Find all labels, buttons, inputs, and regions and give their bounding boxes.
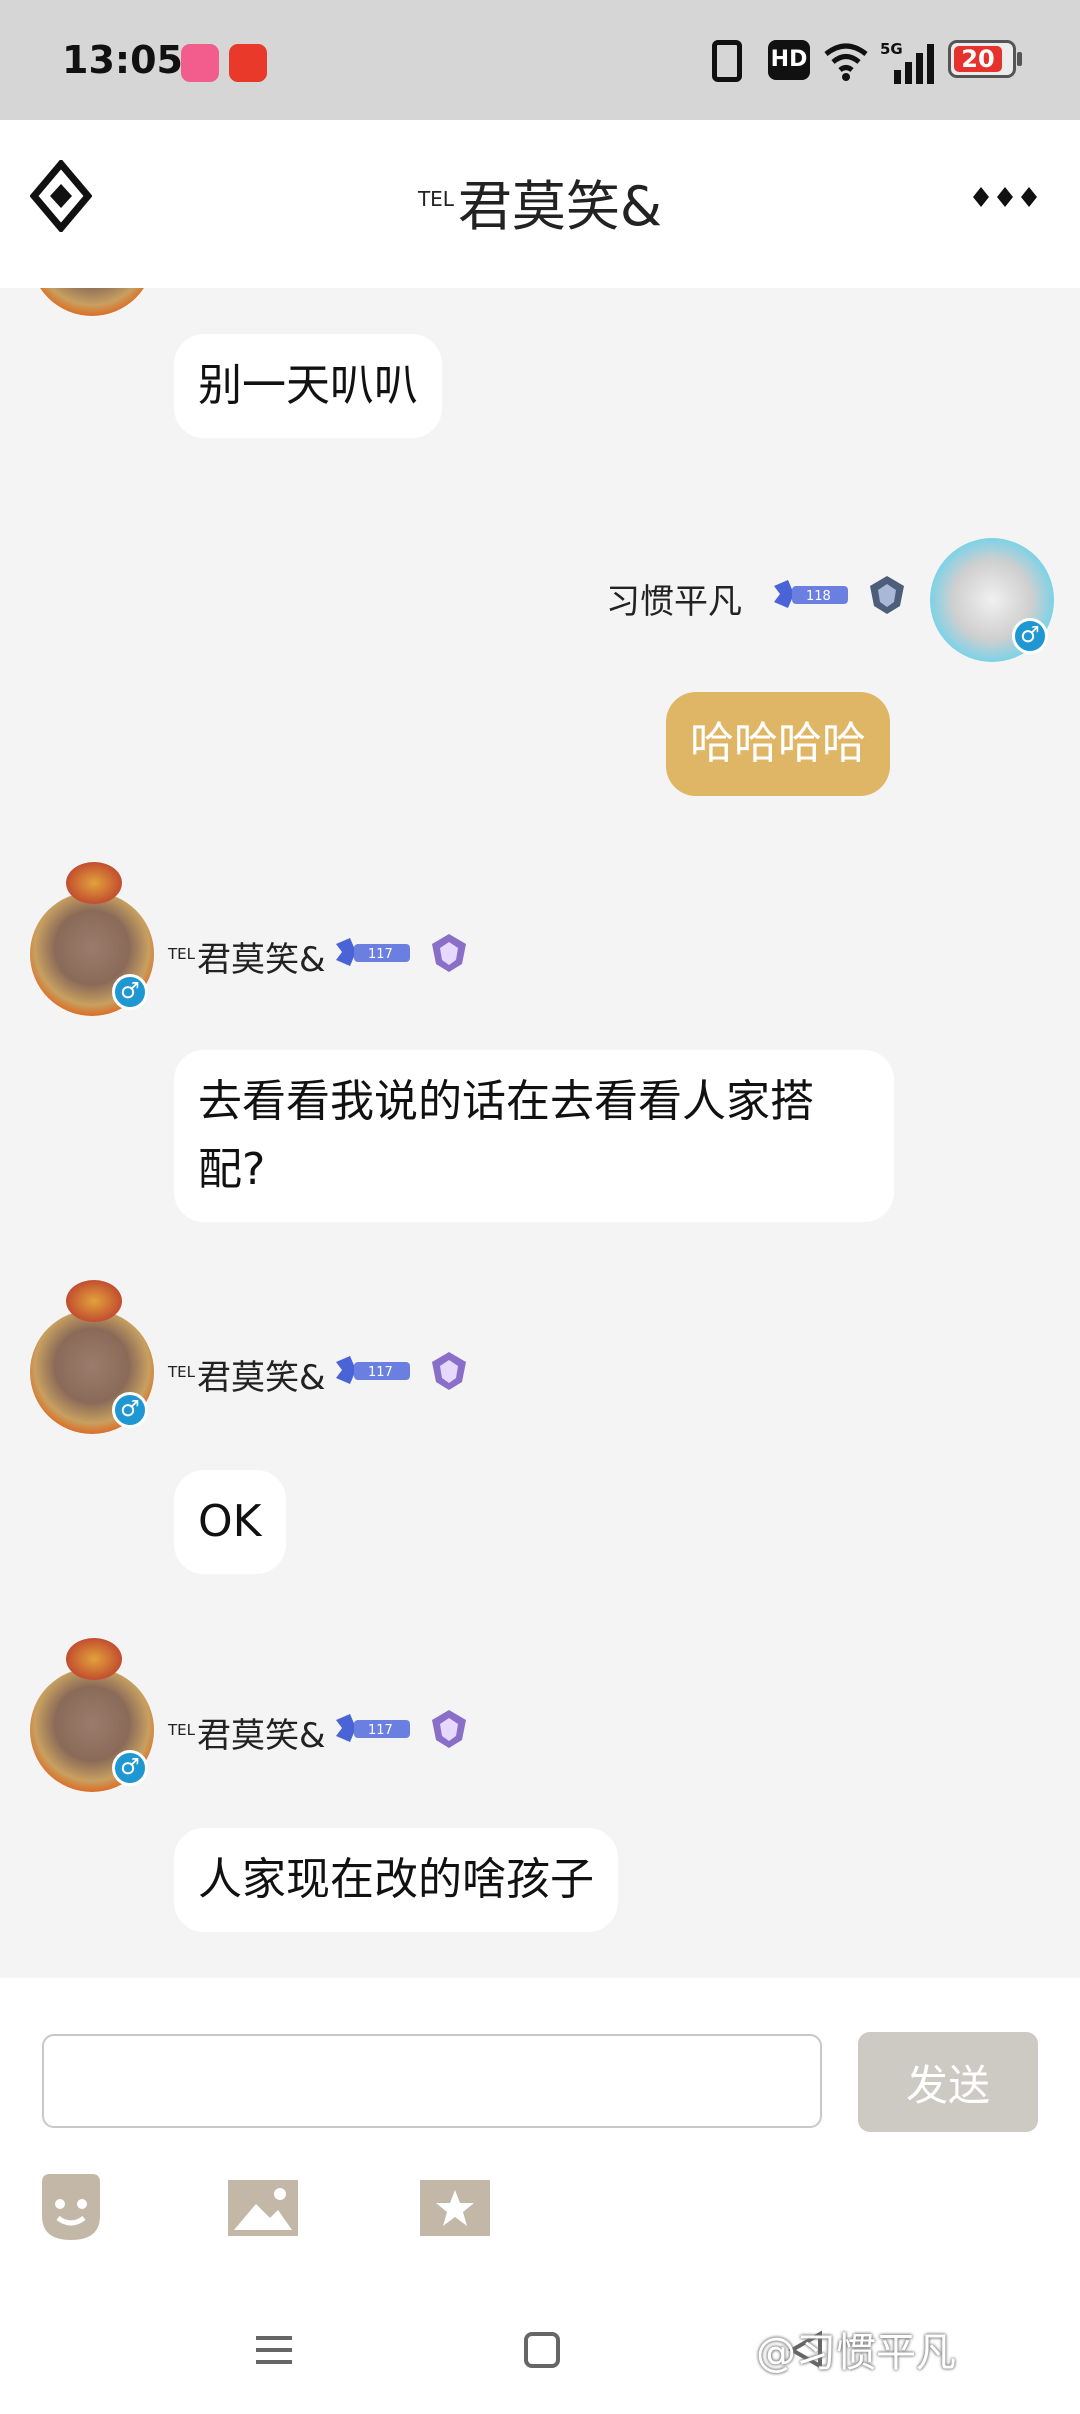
sender-name: TEL君莫笑& [168, 1350, 326, 1399]
name-prefix: TEL [168, 1362, 195, 1381]
battery-icon: 20 [948, 40, 1022, 78]
send-button[interactable]: 发送 [858, 2032, 1038, 2132]
avatar[interactable]: ♂ [930, 538, 1054, 662]
male-gender-icon: ♂ [1012, 618, 1048, 654]
sender-name-text: 君莫笑& [197, 1358, 326, 1398]
message-bubble[interactable]: 人家现在改的啥孩子 [174, 1828, 618, 1932]
home-icon[interactable] [522, 2330, 562, 2370]
male-gender-icon: ♂ [112, 1392, 148, 1428]
sender-name: 习惯平凡 [606, 574, 742, 623]
more-dots-icon[interactable] [970, 184, 1040, 210]
avatar[interactable]: ♂ [30, 1638, 154, 1792]
dnf-app-icon [229, 44, 267, 82]
message-text: 哈哈哈哈 [690, 718, 866, 769]
rank-level: 118 [806, 589, 831, 604]
sticker-icon[interactable] [418, 2170, 492, 2244]
avatar[interactable]: ♂ [30, 1280, 154, 1434]
rank-level: 117 [368, 1723, 393, 1738]
male-gender-icon: ♂ [112, 974, 148, 1010]
message-bubble[interactable]: 哈哈哈哈 [666, 692, 890, 796]
message-bubble[interactable]: 别一天叭叭 [174, 334, 442, 438]
vibrate-icon [712, 40, 742, 82]
name-prefix: TEL [168, 1720, 195, 1739]
name-prefix: TEL [168, 944, 195, 963]
chat-list[interactable]: 别一天叭叭 习惯平凡 118 ♂ 哈哈哈哈 ♂ TEL君莫笑& 117 去看看我… [0, 288, 1080, 1978]
rank-level: 117 [368, 947, 393, 962]
page-title: TEL君莫笑& [0, 162, 1080, 241]
avatar[interactable]: ♂ [30, 862, 154, 1016]
image-icon[interactable] [226, 2170, 300, 2244]
sender-name-text: 君莫笑& [197, 940, 326, 980]
sender-name-text: 君莫笑& [197, 1716, 326, 1756]
chat-header: TEL君莫笑& [0, 120, 1080, 288]
rank-badge-icon: 118 [774, 580, 848, 608]
season-emblem-icon [870, 576, 904, 614]
emoji-icon[interactable] [34, 2170, 108, 2244]
message-bubble[interactable]: 去看看我说的话在去看看人家搭配? [174, 1050, 894, 1222]
rank-badge-icon: 117 [336, 1714, 410, 1742]
message-text: 别一天叭叭 [198, 360, 418, 411]
season-emblem-icon [432, 1352, 466, 1390]
sender-name: TEL君莫笑& [168, 1708, 326, 1757]
title-prefix: TEL [417, 187, 454, 211]
season-emblem-icon [432, 934, 466, 972]
male-gender-icon: ♂ [112, 1750, 148, 1786]
message-input[interactable] [42, 2034, 822, 2128]
watermark: @习惯平凡 [756, 2330, 956, 2376]
message-text: 去看看我说的话在去看看人家搭配? [198, 1076, 814, 1195]
menu-icon[interactable] [254, 2330, 294, 2370]
bilibili-app-icon [181, 44, 219, 82]
sender-name-text: 习惯平凡 [606, 582, 742, 622]
avatar[interactable] [30, 288, 154, 316]
status-bar: 13:05 HD 5G 20 [0, 0, 1080, 120]
hd-icon: HD [768, 40, 810, 80]
title-text: 君莫笑& [457, 175, 663, 238]
signal-icon: 5G [880, 40, 934, 84]
rank-badge-icon: 117 [336, 1356, 410, 1384]
rank-badge-icon: 117 [336, 938, 410, 966]
sender-name: TEL君莫笑& [168, 932, 326, 981]
rank-level: 117 [368, 1365, 393, 1380]
message-text: 人家现在改的啥孩子 [198, 1854, 594, 1905]
wifi-icon [824, 43, 868, 81]
season-emblem-icon [432, 1710, 466, 1748]
message-text: OK [198, 1496, 262, 1547]
battery-level: 20 [954, 46, 1002, 72]
message-bubble[interactable]: OK [174, 1470, 286, 1574]
signal-label: 5G [880, 40, 903, 58]
status-time: 13:05 [62, 38, 183, 82]
